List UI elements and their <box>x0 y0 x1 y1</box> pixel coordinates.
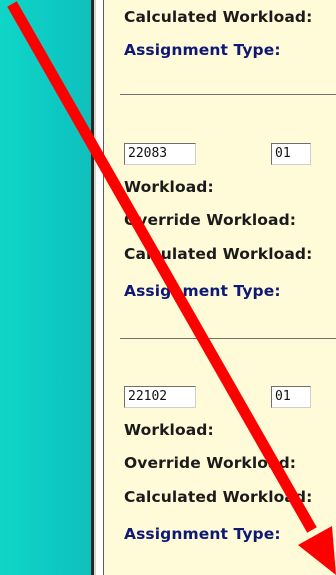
screen: Calculated Workload: Assignment Type: 22… <box>0 0 336 575</box>
red-arrow-annotation <box>7 1 336 575</box>
